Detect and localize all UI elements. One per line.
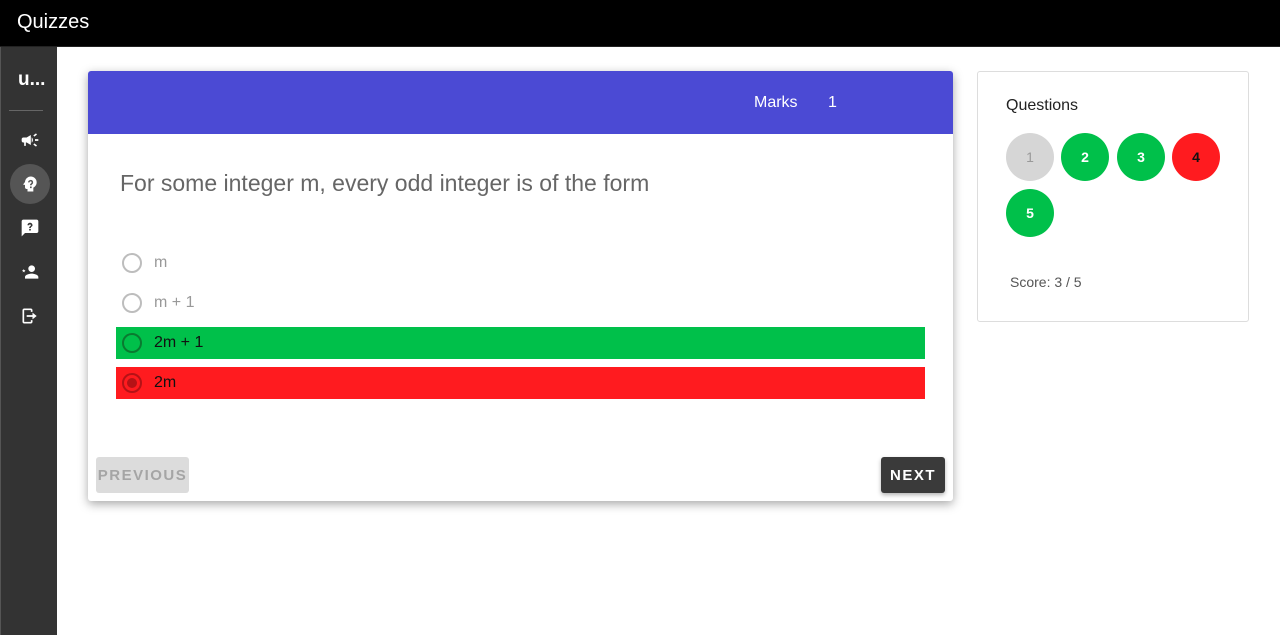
sidebar-item-quizzes[interactable] [10, 164, 50, 204]
radio-button[interactable] [122, 333, 142, 353]
previous-button[interactable]: PREVIOUS [96, 457, 189, 493]
question-bubble-icon [21, 219, 39, 237]
sidebar-item-announcements[interactable] [10, 120, 50, 160]
marks-value: 1 [828, 94, 837, 111]
app-title: Quizzes [17, 11, 90, 33]
marks-label: Marks [754, 94, 798, 111]
option-label: 2m + 1 [154, 334, 204, 351]
radio-button[interactable] [122, 253, 142, 273]
logout-icon [22, 308, 37, 324]
option-4-selected-wrong[interactable]: 2m [116, 367, 925, 399]
question-text: For some integer m, every odd integer is… [120, 170, 650, 196]
radio-button[interactable] [122, 293, 142, 313]
sidebar-item-logout[interactable] [10, 296, 50, 336]
user-name[interactable]: u... [18, 69, 45, 91]
radio-button-selected[interactable] [122, 373, 142, 393]
person-star-icon [22, 265, 39, 279]
option-label: m + 1 [154, 294, 195, 311]
sidebar-divider [9, 110, 43, 111]
question-bubble-3[interactable]: 3 [1117, 133, 1165, 181]
score-text: Score: 3 / 5 [1010, 274, 1082, 290]
option-1[interactable]: m [116, 247, 925, 279]
head-question-icon [23, 176, 37, 192]
next-button[interactable]: NEXT [881, 457, 945, 493]
question-card-header: Marks 1 [88, 71, 953, 134]
option-label: m [154, 254, 168, 271]
app-bar: Quizzes [0, 0, 1280, 47]
question-bubble-5[interactable]: 5 [1006, 189, 1054, 237]
sidebar-item-profile[interactable] [10, 252, 50, 292]
sidebar: u... [0, 47, 57, 635]
question-card: Marks 1 For some integer m, every odd in… [88, 71, 953, 501]
question-bubble-2[interactable]: 2 [1061, 133, 1109, 181]
question-bubble-1[interactable]: 1 [1006, 133, 1054, 181]
questions-heading: Questions [1006, 97, 1079, 114]
sidebar-item-feedback[interactable] [10, 208, 50, 248]
option-3-correct[interactable]: 2m + 1 [116, 327, 925, 359]
option-2[interactable]: m + 1 [116, 287, 925, 319]
option-label: 2m [154, 374, 177, 391]
question-bubble-4[interactable]: 4 [1172, 133, 1220, 181]
questions-panel: Questions 1 2 3 4 5 Score: 3 / 5 [977, 71, 1249, 322]
megaphone-icon [21, 133, 39, 147]
